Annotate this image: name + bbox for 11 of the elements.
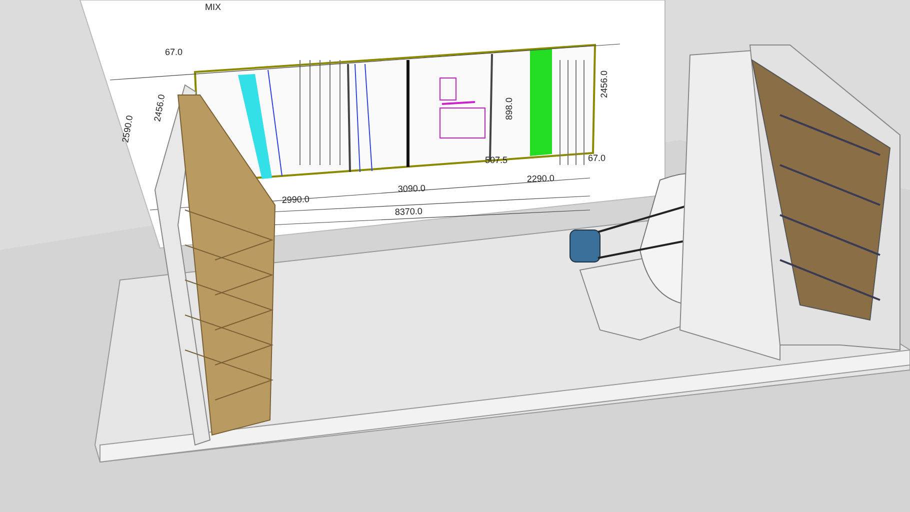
dimension-label: 2290.0 (526, 173, 555, 184)
dimension-label: 67.0 (165, 47, 183, 57)
dimension-label: 8370.0 (394, 206, 423, 217)
dimension-label: 507.5 (485, 155, 508, 165)
dimension-label: 2456.0 (152, 94, 167, 122)
dimension-label: 898.0 (504, 97, 514, 120)
sheet-title: MIX (205, 2, 222, 12)
dimension-label: 67.0 (588, 153, 606, 163)
dimension-label: 2590.0 (120, 114, 135, 144)
dimension-label: 2456.0 (599, 70, 609, 98)
dimension-label: 3090.0 (398, 183, 426, 194)
